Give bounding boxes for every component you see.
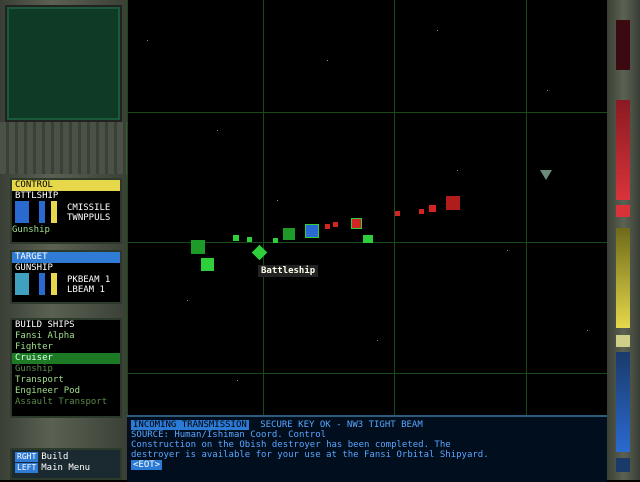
grid-line	[127, 112, 607, 113]
transmission-panel: INCOMING TRANSMISSION SECURE KEY OK - NW…	[127, 415, 607, 482]
grid-line	[127, 373, 607, 374]
build-item-assault-transport[interactable]: Assault Transport	[12, 397, 120, 408]
enemy-fighter[interactable]	[429, 205, 436, 212]
right-hud-panel	[607, 0, 640, 480]
space-view[interactable]: Battleship	[127, 0, 607, 415]
hull-meter	[616, 100, 630, 200]
control-ship-name: BTTLSHIP	[15, 191, 59, 201]
control-panel: CONTROL BTTLSHIP CMISSILE TWNPPULS Gunsh…	[10, 178, 122, 244]
friendly-ship[interactable]	[201, 258, 214, 271]
energy-meter	[51, 201, 58, 223]
transmission-line-1: Construction on the Obish destroyer has …	[131, 440, 451, 450]
transmission-title: INCOMING TRANSMISSION	[131, 420, 249, 430]
build-item-cruiser[interactable]: Cruiser	[12, 353, 120, 364]
target-weapon-1: PKBEAM 1	[67, 275, 111, 285]
grid-line	[394, 0, 395, 415]
target-status: PKBEAM 1 LBEAM 1	[12, 273, 120, 297]
target-energy-meter	[51, 273, 58, 295]
friendly-carrier[interactable]	[305, 224, 319, 238]
friendly-fighter[interactable]	[233, 235, 239, 241]
grid-line	[127, 0, 128, 415]
scroll-button[interactable]	[616, 458, 630, 472]
key-right: RGHT	[15, 452, 39, 462]
friendly-ship[interactable]	[191, 240, 205, 254]
target-panel: TARGET GUNSHIP PKBEAM 1 LBEAM 1	[10, 250, 122, 304]
enemy-fighter[interactable]	[419, 209, 424, 214]
friendly-fighter[interactable]	[247, 237, 252, 242]
unit-tooltip: Battleship	[258, 265, 319, 277]
hint-build: Build	[41, 452, 69, 462]
control-header: CONTROL	[12, 180, 120, 191]
target-shield-meter	[39, 273, 46, 295]
lightning-icon	[616, 335, 630, 347]
grid-line	[263, 0, 264, 415]
target-ship-icon	[15, 273, 29, 295]
transmission-source: SOURCE: Human/Ishiman Coord. Control	[131, 430, 327, 440]
key-left: LEFT	[15, 463, 39, 473]
enemy-fighter[interactable]	[395, 211, 400, 216]
build-item-engineer-pod[interactable]: Engineer Pod	[12, 386, 120, 397]
grid-line	[526, 0, 527, 415]
hint-main-menu: Main Menu	[41, 463, 91, 473]
control-weapon-2: TWNPPULS	[67, 213, 111, 223]
transmission-line-2: destroyer is available for your use at t…	[131, 450, 489, 460]
left-hud-panel: CONTROL BTTLSHIP CMISSILE TWNPPULS Gunsh…	[0, 0, 127, 480]
status-lights	[616, 20, 630, 70]
enemy-ship[interactable]	[351, 218, 362, 229]
build-header: BUILD SHIPS	[15, 320, 75, 330]
battleship-selected[interactable]	[251, 244, 268, 261]
friendly-ship[interactable]	[283, 228, 295, 240]
shield-meter	[39, 201, 46, 223]
control-weapon-1: CMISSILE	[67, 203, 111, 213]
ship-icon	[15, 201, 29, 223]
build-ships-menu: BUILD SHIPS Fansi Alpha Fighter Cruiser …	[10, 318, 122, 418]
shield-meter-right	[616, 352, 630, 452]
enemy-fighter[interactable]	[333, 222, 338, 227]
build-item-transport[interactable]: Transport	[12, 375, 120, 386]
enemy-capital-ship[interactable]	[446, 196, 460, 210]
eot-marker[interactable]: <EOT>	[131, 460, 163, 470]
control-status: CMISSILE TWNPPULS	[12, 201, 120, 225]
control-ship-class: Gunship	[12, 225, 50, 235]
key-hints: RGHT Build LEFT Main Menu	[10, 448, 122, 480]
enemy-fighter[interactable]	[325, 224, 330, 229]
build-item-gunship[interactable]: Gunship	[12, 364, 120, 375]
hud-decoration	[0, 122, 127, 174]
transmission-status: SECURE KEY OK - NW3 TIGHT BEAM	[260, 420, 423, 430]
target-ship-name: GUNSHIP	[15, 263, 53, 273]
waypoint-marker[interactable]	[540, 170, 552, 180]
alert-indicator	[616, 205, 630, 217]
minimap[interactable]	[5, 5, 122, 122]
build-item-fighter[interactable]: Fighter	[12, 342, 120, 353]
friendly-fighter[interactable]	[363, 235, 373, 243]
target-header: TARGET	[12, 252, 120, 263]
energy-meter-right	[616, 228, 630, 328]
friendly-fighter[interactable]	[273, 238, 278, 243]
build-item-fansi-alpha[interactable]: Fansi Alpha	[12, 331, 120, 342]
target-weapon-2: LBEAM 1	[67, 285, 105, 295]
